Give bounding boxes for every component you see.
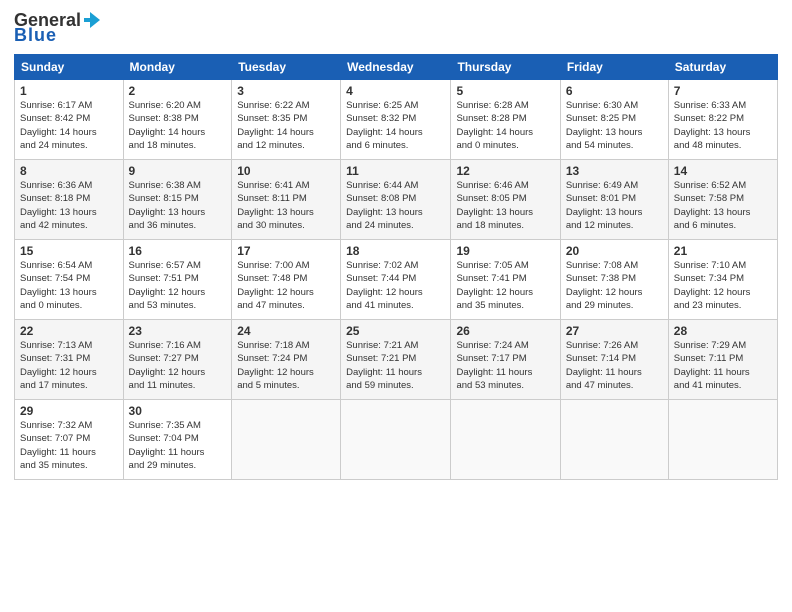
day-16: 16Sunrise: 6:57 AMSunset: 7:51 PMDayligh… (123, 240, 232, 320)
day-26: 26Sunrise: 7:24 AMSunset: 7:17 PMDayligh… (451, 320, 560, 400)
header-monday: Monday (123, 55, 232, 80)
header-saturday: Saturday (668, 55, 777, 80)
day-21: 21Sunrise: 7:10 AMSunset: 7:34 PMDayligh… (668, 240, 777, 320)
header-wednesday: Wednesday (341, 55, 451, 80)
day-4: 4Sunrise: 6:25 AMSunset: 8:32 PMDaylight… (341, 80, 451, 160)
logo-icon (82, 10, 102, 30)
empty-cell (560, 400, 668, 480)
day-10: 10Sunrise: 6:41 AMSunset: 8:11 PMDayligh… (232, 160, 341, 240)
header-friday: Friday (560, 55, 668, 80)
day-18: 18Sunrise: 7:02 AMSunset: 7:44 PMDayligh… (341, 240, 451, 320)
day-23: 23Sunrise: 7:16 AMSunset: 7:27 PMDayligh… (123, 320, 232, 400)
day-8: 8Sunrise: 6:36 AMSunset: 8:18 PMDaylight… (15, 160, 124, 240)
day-13: 13Sunrise: 6:49 AMSunset: 8:01 PMDayligh… (560, 160, 668, 240)
day-22: 22Sunrise: 7:13 AMSunset: 7:31 PMDayligh… (15, 320, 124, 400)
day-19: 19Sunrise: 7:05 AMSunset: 7:41 PMDayligh… (451, 240, 560, 320)
empty-cell (668, 400, 777, 480)
day-28: 28Sunrise: 7:29 AMSunset: 7:11 PMDayligh… (668, 320, 777, 400)
empty-cell (232, 400, 341, 480)
header-tuesday: Tuesday (232, 55, 341, 80)
day-3: 3Sunrise: 6:22 AMSunset: 8:35 PMDaylight… (232, 80, 341, 160)
day-6: 6Sunrise: 6:30 AMSunset: 8:25 PMDaylight… (560, 80, 668, 160)
empty-cell (451, 400, 560, 480)
day-30: 30Sunrise: 7:35 AMSunset: 7:04 PMDayligh… (123, 400, 232, 480)
day-15: 15Sunrise: 6:54 AMSunset: 7:54 PMDayligh… (15, 240, 124, 320)
day-11: 11Sunrise: 6:44 AMSunset: 8:08 PMDayligh… (341, 160, 451, 240)
day-24: 24Sunrise: 7:18 AMSunset: 7:24 PMDayligh… (232, 320, 341, 400)
day-12: 12Sunrise: 6:46 AMSunset: 8:05 PMDayligh… (451, 160, 560, 240)
header-sunday: Sunday (15, 55, 124, 80)
day-27: 27Sunrise: 7:26 AMSunset: 7:14 PMDayligh… (560, 320, 668, 400)
empty-cell (341, 400, 451, 480)
day-17: 17Sunrise: 7:00 AMSunset: 7:48 PMDayligh… (232, 240, 341, 320)
day-14: 14Sunrise: 6:52 AMSunset: 7:58 PMDayligh… (668, 160, 777, 240)
calendar: Sunday Monday Tuesday Wednesday Thursday… (14, 54, 778, 480)
day-25: 25Sunrise: 7:21 AMSunset: 7:21 PMDayligh… (341, 320, 451, 400)
day-20: 20Sunrise: 7:08 AMSunset: 7:38 PMDayligh… (560, 240, 668, 320)
day-29: 29Sunrise: 7:32 AMSunset: 7:07 PMDayligh… (15, 400, 124, 480)
day-5: 5Sunrise: 6:28 AMSunset: 8:28 PMDaylight… (451, 80, 560, 160)
day-9: 9Sunrise: 6:38 AMSunset: 8:15 PMDaylight… (123, 160, 232, 240)
header-thursday: Thursday (451, 55, 560, 80)
logo: General Blue (14, 10, 102, 46)
day-7: 7Sunrise: 6:33 AMSunset: 8:22 PMDaylight… (668, 80, 777, 160)
day-2: 2Sunrise: 6:20 AMSunset: 8:38 PMDaylight… (123, 80, 232, 160)
day-1: 1Sunrise: 6:17 AMSunset: 8:42 PMDaylight… (15, 80, 124, 160)
logo-blue-text: Blue (14, 25, 57, 46)
